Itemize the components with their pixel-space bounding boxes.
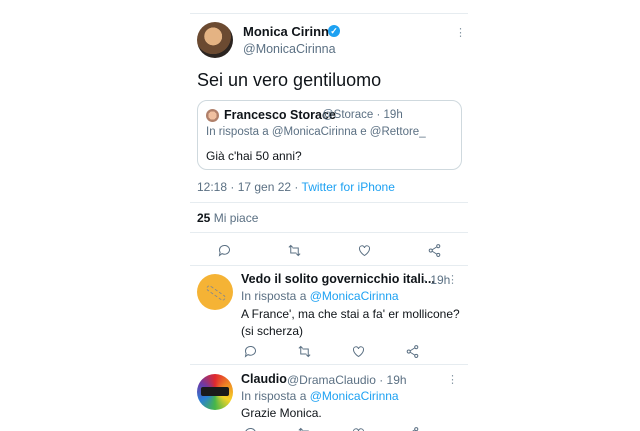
reply-author-avatar[interactable] xyxy=(197,374,233,410)
reply-text: A France', ma che stai a fa' er mollicon… xyxy=(241,307,460,338)
retweet-icon[interactable] xyxy=(286,242,302,258)
reply-author-avatar[interactable] xyxy=(197,274,233,310)
tweet-time: 12:18 · 17 gen 22 · xyxy=(197,180,302,194)
likes-label: Mi piace xyxy=(210,211,259,225)
quoted-reply-to: In risposta a @MonicaCirinna e @Rettore_ xyxy=(206,126,426,138)
reply-icon[interactable] xyxy=(242,425,258,431)
retweet-icon[interactable] xyxy=(296,425,312,431)
reply-to-mention[interactable]: @MonicaCirinna xyxy=(310,289,399,303)
quoted-author-meta: @Storace · 19h xyxy=(322,109,403,121)
reply-action-bar xyxy=(242,343,420,359)
divider xyxy=(190,232,468,233)
reply-meta: @DramaClaudio · 19h xyxy=(287,373,407,387)
reply-icon[interactable] xyxy=(216,242,232,258)
reply-to-line: In risposta a @MonicaCirinna xyxy=(241,289,399,303)
reply-tweet[interactable]: Claudio @DramaClaudio · 19h ⋮ In rispost… xyxy=(190,366,468,431)
reply-author-name[interactable]: Claudio xyxy=(241,372,287,386)
reply-icon[interactable] xyxy=(242,343,258,359)
share-icon[interactable] xyxy=(404,343,420,359)
more-options-icon[interactable]: ⋮ xyxy=(447,275,458,286)
author-handle[interactable]: @MonicaCirinna xyxy=(243,42,336,56)
reply-author-name[interactable]: Vedo il solito governicchio itali... xyxy=(241,272,435,286)
retweet-icon[interactable] xyxy=(296,343,312,359)
reply-action-bar xyxy=(242,425,420,431)
reply-to-line: In risposta a @MonicaCirinna xyxy=(241,389,399,403)
tweet-source-link[interactable]: Twitter for iPhone xyxy=(302,180,395,194)
tweet-timestamp: 12:18 · 17 gen 22 · Twitter for iPhone xyxy=(197,180,395,194)
divider xyxy=(190,202,468,203)
verified-badge-icon: ✓ xyxy=(328,25,340,37)
like-icon[interactable] xyxy=(350,425,366,431)
likes-count[interactable]: 25 Mi piace xyxy=(197,211,258,225)
reply-to-prefix: In risposta a xyxy=(241,389,310,403)
quoted-author-avatar xyxy=(206,109,219,122)
more-options-icon[interactable]: ⋮ xyxy=(455,28,466,39)
reply-text: Grazie Monica. xyxy=(241,406,322,420)
share-icon[interactable] xyxy=(426,242,442,258)
likes-number: 25 xyxy=(197,211,211,225)
top-divider xyxy=(190,13,468,14)
reply-tweet[interactable]: Vedo il solito governicchio itali... · 1… xyxy=(190,266,468,364)
like-icon[interactable] xyxy=(350,343,366,359)
quoted-author-name: Francesco Storace xyxy=(224,108,336,122)
reply-to-mention[interactable]: @MonicaCirinna xyxy=(310,389,399,403)
author-name[interactable]: Monica Cirinnà xyxy=(243,24,336,39)
tweet-text: Sei un vero gentiluomo xyxy=(197,70,382,90)
like-icon[interactable] xyxy=(356,242,372,258)
quoted-tweet[interactable]: Francesco Storace @Storace · 19h In risp… xyxy=(197,100,462,170)
author-avatar[interactable] xyxy=(197,22,233,58)
share-icon[interactable] xyxy=(404,425,420,431)
quoted-tweet-text: Già c'hai 50 anni? xyxy=(206,149,302,163)
more-options-icon[interactable]: ⋮ xyxy=(447,375,458,386)
main-action-bar xyxy=(216,242,442,258)
reply-to-prefix: In risposta a xyxy=(241,289,310,303)
divider xyxy=(190,364,468,365)
